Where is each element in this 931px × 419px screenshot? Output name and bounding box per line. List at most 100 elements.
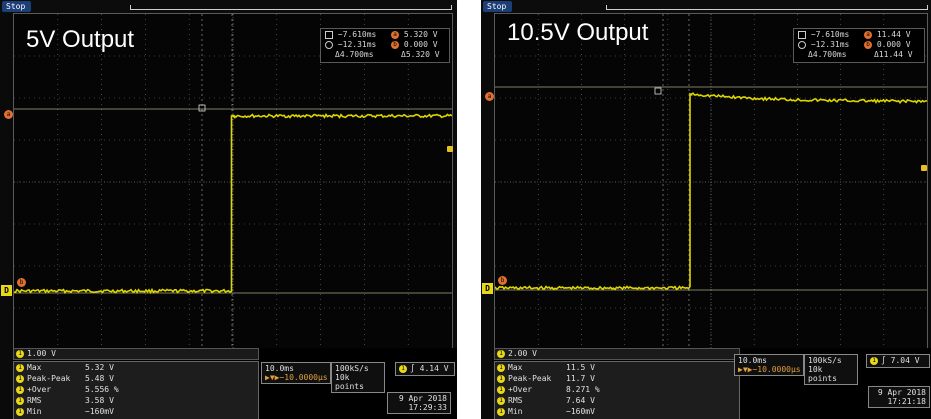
record-length: 10k points [808, 365, 837, 383]
marker-b-icon: b [391, 40, 399, 49]
waveform-screen[interactable]: 5V Output −7.610ms a 5.320 V −12.31ms b … [13, 13, 453, 351]
graticule-and-trace [495, 14, 927, 350]
channel-1-badge: 1 [16, 363, 24, 372]
trigger-readout[interactable]: 1 ∫ 4.14 V [395, 362, 455, 376]
trigger-marker-icon[interactable] [921, 165, 927, 171]
ground-marker-icon[interactable]: D [1, 285, 12, 296]
channel-1-badge: 1 [497, 407, 505, 416]
measurement-row: 1 Min −160mV [16, 407, 114, 416]
measurement-table: 1 Max 11.5 V 1 Peak-Peak 11.7 V 1 +Over 8.271 … [494, 361, 740, 419]
cursor-b-value: 0.000 V [876, 40, 911, 49]
measurement-row: 1 Max 11.5 V [497, 363, 595, 372]
measurement-area: 1 1.00 V 1 Max 5.32 V 1 Peak-Peak 5.48 V 1 +Ov… [13, 348, 457, 419]
trigger-level: 7.04 V [890, 356, 920, 365]
channel-1-badge: 1 [497, 385, 505, 394]
cursor-a-time: −7.610ms [337, 30, 377, 39]
marker-a-icon: a [391, 30, 399, 39]
circle-icon [325, 40, 333, 49]
trigger-marker-icon[interactable] [447, 146, 453, 152]
measurement-row: 1 +Over 8.271 % [497, 385, 600, 394]
record-view-bar [606, 5, 928, 10]
trigger-level: 4.14 V [419, 364, 449, 373]
channel-1-badge: 1 [497, 396, 505, 405]
timebase-readout[interactable]: 10.0ms ▶▼▶−10.0000µs [261, 362, 331, 384]
output-title: 5V Output [26, 26, 135, 53]
channel-1-badge: 1 [497, 363, 505, 372]
circle-icon [798, 40, 806, 49]
channel-1-badge: 1 [16, 407, 24, 416]
measurement-row: 1 Max 5.32 V [16, 363, 114, 372]
trigger-position: ▶▼▶−10.0000µs [265, 373, 328, 382]
measurement-row: 1 +Over 5.556 % [16, 385, 119, 394]
cursor-a-time: −7.610ms [810, 30, 850, 39]
ground-marker-icon[interactable]: D [482, 283, 493, 294]
channel-scale: 2.00 V [508, 349, 537, 358]
cursor-intersection-icon [654, 87, 662, 95]
cursor-a-value: 5.320 V [403, 30, 438, 39]
cursor-delta-value: Δ11.44 V [874, 50, 913, 59]
cursor-readout: −7.610ms a 11.44 V −12.31ms b 0.000 V Δ4… [793, 28, 925, 63]
channel-1-badge: 1 [16, 374, 24, 383]
sample-rate: 100kS/s [335, 364, 369, 373]
waveform-screen[interactable]: 10.5V Output −7.610ms a 11.44 V −12.31ms… [494, 13, 928, 351]
cursor-readout: −7.610ms a 5.320 V −12.31ms b 0.000 V Δ4… [320, 28, 450, 63]
cursor-a-value: 11.44 V [876, 30, 911, 39]
record-view-bar [130, 5, 452, 10]
channel-1-badge: 1 [399, 364, 407, 373]
time: 17:29:33 [408, 403, 447, 412]
graticule-and-trace [14, 14, 452, 350]
square-icon [325, 30, 333, 39]
measurement-row: 1 Peak-Peak 5.48 V [16, 374, 114, 383]
measurement-table: 1 Max 5.32 V 1 Peak-Peak 5.48 V 1 +Over 5.556 … [13, 361, 259, 419]
timebase: 10.0ms [738, 356, 767, 365]
cursor-b-edge-marker[interactable]: b [17, 278, 26, 287]
cursor-delta-value: Δ5.320 V [401, 50, 440, 59]
trigger-slope-icon: ∫ [881, 356, 886, 365]
run-state-tab[interactable]: Stop [2, 1, 32, 12]
cursor-a-edge-marker[interactable]: a [4, 110, 13, 119]
cursor-a-edge-marker[interactable]: a [485, 92, 494, 101]
scope-top-bar: Stop [0, 0, 457, 13]
channel-scale-row[interactable]: 1 1.00 V [13, 348, 259, 360]
record-length: 10k points [335, 373, 364, 391]
time: 17:21:18 [887, 397, 926, 406]
cursor-b-time: −12.31ms [810, 40, 850, 49]
cursor-b-time: −12.31ms [337, 40, 377, 49]
channel-1-badge: 1 [870, 356, 878, 365]
measurement-row: 1 RMS 3.58 V [16, 396, 114, 405]
timestamp: 9 Apr 2018 17:21:18 [868, 386, 930, 408]
acquisition-readout[interactable]: 100kS/s 10k points [331, 362, 385, 393]
date: 9 Apr 2018 [877, 388, 926, 397]
scope-panel-5v: Stop 5V Output −7.610ms a 5.320 V −12.31… [0, 0, 457, 419]
measurement-row: 1 RMS 7.64 V [497, 396, 595, 405]
trigger-slope-icon: ∫ [410, 364, 415, 373]
channel-1-badge: 1 [16, 396, 24, 405]
date: 9 Apr 2018 [398, 394, 447, 403]
square-icon [798, 30, 806, 39]
measurement-row: 1 Peak-Peak 11.7 V [497, 374, 595, 383]
sample-rate: 100kS/s [808, 356, 842, 365]
cursor-delta-time: Δ4.700ms [335, 50, 374, 59]
measurement-row: 1 Min −160mV [497, 407, 595, 416]
timestamp: 9 Apr 2018 17:29:33 [387, 392, 451, 414]
output-title: 10.5V Output [507, 19, 649, 46]
cursor-b-edge-marker[interactable]: b [498, 276, 507, 285]
channel-scale: 1.00 V [27, 349, 56, 358]
channel-1-badge: 1 [16, 385, 24, 394]
scope-panel-10v5: Stop 10.5V Output −7.610ms a 11.44 V −12… [481, 0, 931, 419]
channel-scale-row[interactable]: 1 2.00 V [494, 348, 740, 360]
trigger-position: ▶▼▶−10.0000µs [738, 365, 801, 374]
channel-1-badge: 1 [16, 349, 24, 358]
channel-1-badge: 1 [497, 349, 505, 358]
timebase: 10.0ms [265, 364, 294, 373]
acquisition-readout[interactable]: 100kS/s 10k points [804, 354, 858, 385]
measurement-area: 1 2.00 V 1 Max 11.5 V 1 Peak-Peak 11.7 V 1 +Ov… [494, 348, 931, 419]
cursor-b-value: 0.000 V [403, 40, 438, 49]
run-state-tab[interactable]: Stop [483, 1, 513, 12]
cursor-delta-time: Δ4.700ms [808, 50, 847, 59]
channel-1-badge: 1 [497, 374, 505, 383]
timebase-readout[interactable]: 10.0ms ▶▼▶−10.0000µs [734, 354, 804, 376]
marker-a-icon: a [864, 30, 872, 39]
trigger-readout[interactable]: 1 ∫ 7.04 V [866, 354, 930, 368]
scope-top-bar: Stop [481, 0, 931, 13]
